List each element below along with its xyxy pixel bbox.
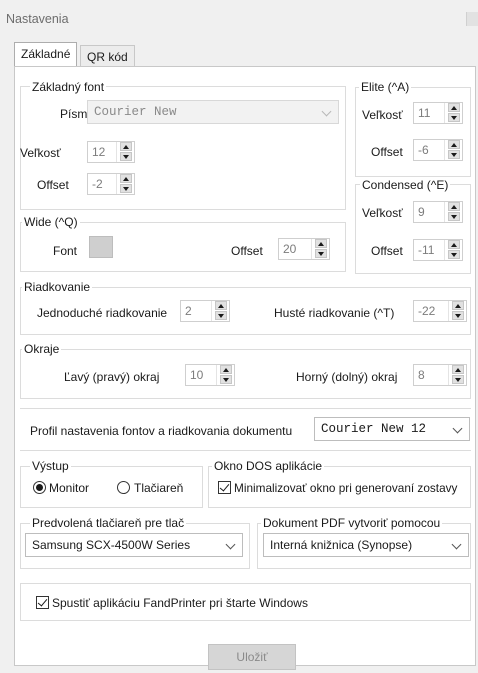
- startup-checkbox[interactable]: [36, 596, 49, 609]
- size-stepper[interactable]: 12: [87, 141, 135, 163]
- default-printer-select[interactable]: Samsung SCX-4500W Series: [25, 533, 243, 557]
- spin-up-icon[interactable]: [452, 301, 464, 310]
- dense-spacing-value: -22: [418, 304, 436, 318]
- condensed-size-label: Veľkosť: [362, 206, 403, 220]
- condensed-size-stepper[interactable]: 9: [413, 201, 463, 223]
- minimize-checkbox-label[interactable]: Minimalizovať okno pri generovaní zostav…: [234, 481, 457, 495]
- wide-legend: Wide (^Q): [22, 215, 80, 229]
- pdf-document-legend: Dokument PDF vytvoriť pomocou: [261, 516, 443, 530]
- wide-offset-label: Offset: [231, 244, 263, 258]
- spin-up-icon[interactable]: [452, 365, 464, 374]
- spin-up-icon[interactable]: [448, 103, 460, 112]
- basic-font-legend: Základný font: [30, 80, 107, 94]
- elite-offset-stepper[interactable]: -6: [413, 139, 463, 161]
- tab-qr-kod[interactable]: QR kód: [80, 45, 135, 66]
- elite-size-label: Veľkosť: [362, 108, 403, 122]
- condensed-offset-stepper[interactable]: -11: [413, 239, 463, 261]
- single-spacing-stepper[interactable]: 2: [180, 300, 230, 322]
- default-printer-legend: Predvolená tlačiareň pre tlač: [30, 516, 187, 530]
- profile-label: Profil nastavenia fontov a riadkovania d…: [30, 424, 293, 438]
- spin-down-icon[interactable]: [448, 150, 460, 159]
- top-margin-stepper[interactable]: 8: [413, 364, 467, 386]
- spin-down-icon[interactable]: [315, 249, 327, 258]
- dense-spacing-label: Husté riadkovanie (^T): [274, 306, 395, 320]
- chevron-down-icon: [321, 106, 332, 117]
- elite-size-value: 11: [418, 106, 431, 120]
- profile-select-value: Courier New 12: [321, 422, 427, 436]
- chevron-down-icon: [451, 539, 462, 550]
- offset-label: Offset: [37, 178, 69, 192]
- wide-font-label: Font: [53, 244, 78, 258]
- pdf-document-select[interactable]: Interná knižnica (Synopse): [263, 533, 469, 557]
- pdf-document-value: Interná knižnica (Synopse): [270, 538, 413, 552]
- offset-value: -2: [92, 177, 103, 191]
- spin-down-icon[interactable]: [120, 184, 132, 193]
- dense-spacing-stepper[interactable]: -22: [413, 300, 467, 322]
- single-spacing-value: 2: [185, 304, 192, 318]
- separator: [20, 408, 471, 409]
- dos-window-legend: Okno DOS aplikácie: [212, 459, 325, 473]
- spin-down-icon[interactable]: [120, 152, 132, 161]
- spin-down-icon[interactable]: [448, 250, 460, 259]
- elite-size-stepper[interactable]: 11: [413, 102, 463, 124]
- spin-up-icon[interactable]: [215, 301, 227, 310]
- condensed-offset-value: -11: [418, 243, 435, 257]
- spin-up-icon[interactable]: [448, 202, 460, 211]
- offset-stepper[interactable]: -2: [87, 173, 135, 195]
- spin-up-icon[interactable]: [448, 140, 460, 149]
- spin-up-icon[interactable]: [448, 240, 460, 249]
- spin-down-icon[interactable]: [448, 113, 460, 122]
- elite-legend: Elite (^A): [359, 80, 412, 94]
- printer-radio-label[interactable]: Tlačiareň: [134, 481, 183, 495]
- spin-up-icon[interactable]: [220, 365, 232, 374]
- spin-down-icon[interactable]: [448, 212, 460, 221]
- printer-radio[interactable]: [117, 481, 130, 494]
- left-margin-stepper[interactable]: 10: [185, 364, 235, 386]
- spin-down-icon[interactable]: [452, 311, 464, 320]
- elite-offset-label: Offset: [371, 145, 403, 159]
- left-margin-label: Ľavý (pravý) okraj: [64, 370, 160, 384]
- left-margin-value: 10: [190, 368, 204, 382]
- size-value: 12: [92, 145, 106, 159]
- output-legend: Výstup: [30, 459, 71, 473]
- title-scrollbar[interactable]: [466, 12, 478, 26]
- elite-group: [355, 87, 471, 177]
- wide-offset-stepper[interactable]: 20: [278, 238, 330, 260]
- condensed-offset-label: Offset: [371, 244, 403, 258]
- separator: [20, 450, 471, 451]
- spin-down-icon[interactable]: [215, 311, 227, 320]
- spin-down-icon[interactable]: [452, 375, 464, 384]
- wide-offset-value: 20: [283, 242, 297, 256]
- profile-select[interactable]: Courier New 12: [314, 417, 470, 441]
- tab-zakladne[interactable]: Základné: [14, 42, 78, 66]
- wide-font-color-swatch[interactable]: [89, 236, 113, 258]
- default-printer-value: Samsung SCX-4500W Series: [32, 538, 191, 552]
- spin-down-icon[interactable]: [220, 375, 232, 384]
- line-spacing-legend: Riadkovanie: [22, 280, 93, 294]
- chevron-down-icon: [225, 539, 236, 550]
- top-margin-value: 8: [418, 368, 425, 382]
- font-select[interactable]: Courier New: [87, 100, 339, 124]
- window-title: Nastavenia: [6, 12, 69, 26]
- startup-checkbox-label[interactable]: Spustiť aplikáciu FandPrinter pri štarte…: [52, 596, 308, 610]
- chevron-down-icon: [452, 423, 463, 434]
- minimize-checkbox[interactable]: [218, 481, 231, 494]
- condensed-size-value: 9: [418, 205, 425, 219]
- size-label: Veľkosť: [20, 146, 61, 160]
- spin-up-icon[interactable]: [120, 174, 132, 183]
- spin-up-icon[interactable]: [120, 142, 132, 151]
- elite-offset-value: -6: [418, 143, 429, 157]
- save-button[interactable]: Uložiť: [208, 644, 296, 670]
- top-margin-label: Horný (dolný) okraj: [296, 370, 398, 384]
- margins-legend: Okraje: [22, 342, 62, 356]
- spin-up-icon[interactable]: [315, 239, 327, 248]
- monitor-radio[interactable]: [33, 481, 46, 494]
- font-select-value: Courier New: [94, 105, 177, 119]
- single-spacing-label: Jednoduché riadkovanie: [37, 306, 168, 320]
- monitor-radio-label[interactable]: Monitor: [49, 481, 89, 495]
- condensed-legend: Condensed (^E): [360, 178, 451, 192]
